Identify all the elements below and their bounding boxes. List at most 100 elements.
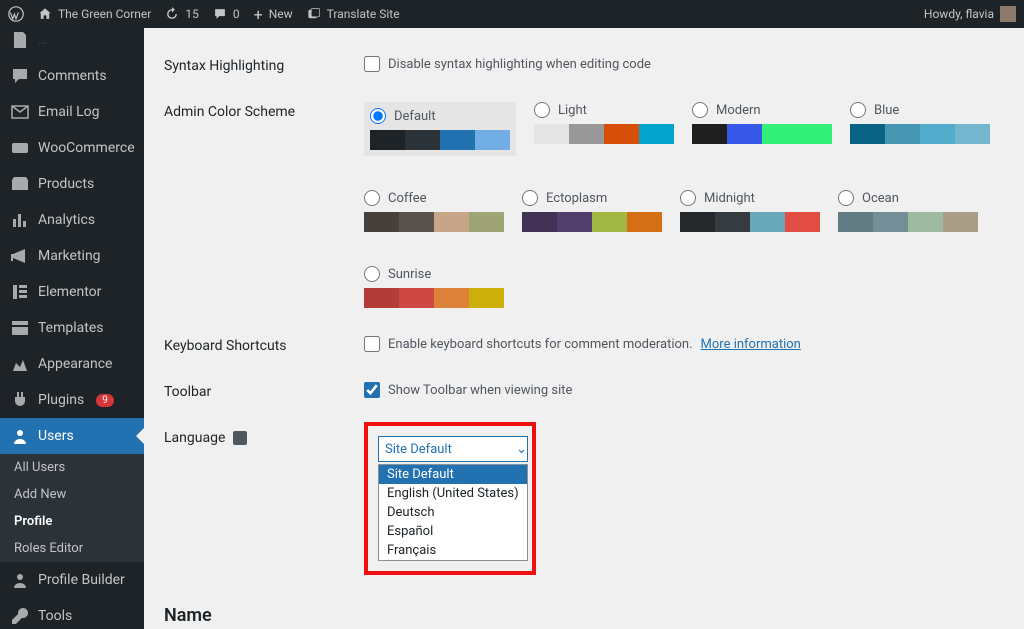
site-name-text: The Green Corner — [58, 7, 151, 21]
swatch — [569, 124, 604, 144]
new-link[interactable]: +New — [254, 5, 293, 24]
syntax-checkbox-row[interactable]: Disable syntax highlighting when editing… — [364, 56, 1004, 72]
scheme-radio-row[interactable]: Sunrise — [364, 266, 504, 282]
main-content[interactable]: Syntax Highlighting Disable syntax highl… — [144, 28, 1024, 629]
submenu-roles-editor[interactable]: Roles Editor — [0, 535, 144, 562]
scheme-radio-row[interactable]: Blue — [850, 102, 990, 118]
swatch — [364, 288, 399, 308]
sidebar-item-appearance[interactable]: Appearance — [0, 346, 144, 382]
scheme-radio-row[interactable]: Coffee — [364, 190, 504, 206]
language-label: Language — [164, 428, 364, 575]
users-submenu: All Users Add New Profile Roles Editor — [0, 454, 144, 562]
scheme-radio[interactable] — [370, 108, 386, 124]
language-select[interactable]: Site Default ⌄ — [378, 436, 528, 462]
swatch — [557, 212, 592, 232]
swatch — [885, 124, 920, 144]
color-scheme-blue[interactable]: Blue — [850, 102, 990, 156]
scheme-name: Light — [558, 103, 587, 118]
swatch — [680, 212, 715, 232]
sidebar-item-tools[interactable]: Tools — [0, 598, 144, 629]
scheme-radio[interactable] — [534, 102, 550, 118]
color-scheme-modern[interactable]: Modern — [692, 102, 832, 156]
sidebar-item-marketing[interactable]: Marketing — [0, 238, 144, 274]
sidebar-item-elementor[interactable]: Elementor — [0, 274, 144, 310]
language-option[interactable]: Deutsch — [379, 503, 527, 522]
scheme-radio[interactable] — [692, 102, 708, 118]
swatch — [522, 212, 557, 232]
sidebar-item-profile-builder[interactable]: Profile Builder — [0, 562, 144, 598]
color-scheme-light[interactable]: Light — [534, 102, 674, 156]
swatch-row — [364, 212, 504, 232]
submenu-add-new[interactable]: Add New — [0, 481, 144, 508]
swatch — [750, 212, 785, 232]
chevron-down-icon: ⌄ — [516, 442, 527, 457]
scheme-radio[interactable] — [850, 102, 866, 118]
scheme-radio[interactable] — [364, 266, 380, 282]
swatch — [469, 288, 504, 308]
language-option[interactable]: Français — [379, 541, 527, 560]
scheme-radio-row[interactable]: Ectoplasm — [522, 190, 662, 206]
sidebar-item-woocommerce[interactable]: WooCommerce — [0, 130, 144, 166]
sidebar-item-plugins[interactable]: Plugins9 — [0, 382, 144, 418]
sidebar-item-analytics[interactable]: Analytics — [0, 202, 144, 238]
updates-link[interactable]: 15 — [165, 7, 199, 21]
syntax-checkbox[interactable] — [364, 56, 380, 72]
language-option[interactable]: Site Default — [379, 465, 527, 484]
shortcuts-checkbox-row[interactable]: Enable keyboard shortcuts for comment mo… — [364, 336, 1004, 352]
toolbar-checkbox[interactable] — [364, 382, 380, 398]
comments-link[interactable]: 0 — [213, 7, 240, 21]
color-schemes-grid: Default Light Modern Blue Coffee Ectoplasm Mid… — [364, 102, 1004, 308]
sidebar-item-label: Templates — [38, 320, 104, 336]
translate-icon — [233, 431, 247, 445]
howdy-link[interactable]: Howdy, flavia — [924, 6, 1016, 22]
scheme-radio-row[interactable]: Light — [534, 102, 674, 118]
scheme-radio[interactable] — [680, 190, 696, 206]
swatch-row — [680, 212, 820, 232]
sidebar-item-email-log[interactable]: Email Log — [0, 94, 144, 130]
color-scheme-midnight[interactable]: Midnight — [680, 190, 820, 232]
wp-logo-icon[interactable] — [8, 6, 24, 22]
scheme-radio-row[interactable]: Midnight — [680, 190, 820, 206]
shortcuts-checkbox[interactable] — [364, 336, 380, 352]
sidebar-item-users[interactable]: Users — [0, 418, 144, 454]
language-option[interactable]: Español — [379, 522, 527, 541]
swatch — [873, 212, 908, 232]
color-scheme-ocean[interactable]: Ocean — [838, 190, 978, 232]
color-scheme-ectoplasm[interactable]: Ectoplasm — [522, 190, 662, 232]
toolbar-opt-text: Show Toolbar when viewing site — [388, 383, 572, 398]
language-highlight-box: Site Default ⌄ Site DefaultEnglish (Unit… — [364, 422, 536, 575]
sidebar-item-pages[interactable]: … — [0, 28, 144, 58]
swatch — [434, 212, 469, 232]
submenu-all-users[interactable]: All Users — [0, 454, 144, 481]
swatch — [785, 212, 820, 232]
site-name-link[interactable]: The Green Corner — [38, 7, 151, 21]
scheme-name: Blue — [874, 103, 899, 118]
avatar — [1000, 6, 1016, 22]
scheme-radio-row[interactable]: Default — [370, 108, 510, 124]
swatch-row — [838, 212, 978, 232]
swatch — [627, 212, 662, 232]
toolbar-checkbox-row[interactable]: Show Toolbar when viewing site — [364, 382, 1004, 398]
swatch — [370, 130, 405, 150]
scheme-radio[interactable] — [364, 190, 380, 206]
plus-icon: + — [254, 5, 263, 24]
swatch — [715, 212, 750, 232]
submenu-profile[interactable]: Profile — [0, 508, 144, 535]
color-scheme-coffee[interactable]: Coffee — [364, 190, 504, 232]
scheme-name: Coffee — [388, 191, 427, 206]
shortcuts-opt-text: Enable keyboard shortcuts for comment mo… — [388, 337, 693, 352]
scheme-radio[interactable] — [522, 190, 538, 206]
color-scheme-sunrise[interactable]: Sunrise — [364, 266, 504, 308]
sidebar-item-templates[interactable]: Templates — [0, 310, 144, 346]
language-option[interactable]: English (United States) — [379, 484, 527, 503]
scheme-radio[interactable] — [838, 190, 854, 206]
swatch-row — [364, 288, 504, 308]
scheme-radio-row[interactable]: Modern — [692, 102, 832, 118]
shortcuts-more-link[interactable]: More information — [701, 337, 801, 352]
color-scheme-default[interactable]: Default — [364, 102, 516, 156]
translate-site-link[interactable]: Translate Site — [307, 7, 400, 21]
swatch — [920, 124, 955, 144]
sidebar-item-comments[interactable]: Comments — [0, 58, 144, 94]
sidebar-item-products[interactable]: Products — [0, 166, 144, 202]
scheme-radio-row[interactable]: Ocean — [838, 190, 978, 206]
